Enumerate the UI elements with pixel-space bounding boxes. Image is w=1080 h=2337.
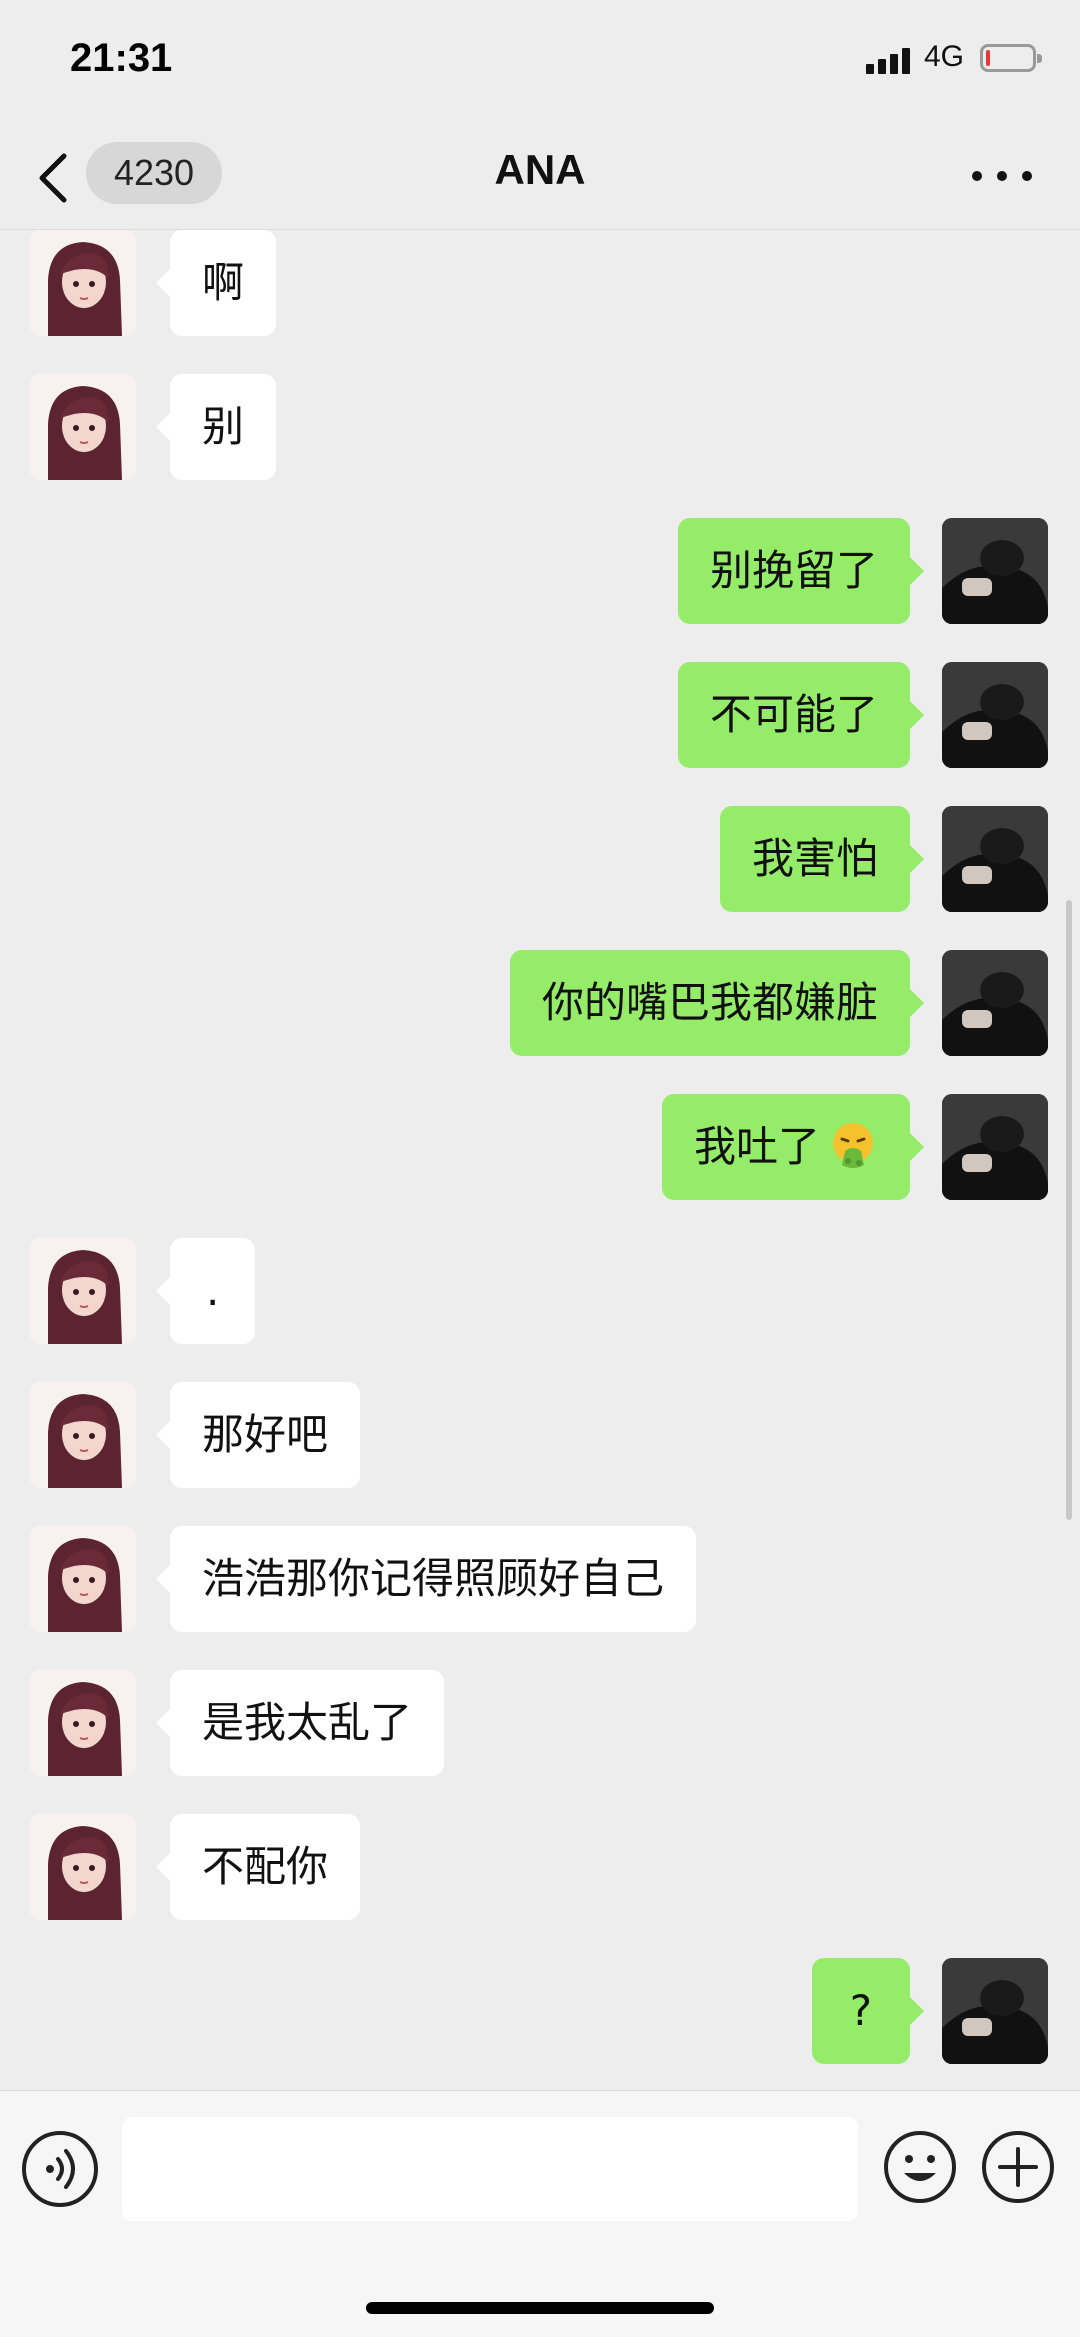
my-avatar[interactable] [942,806,1048,912]
my-avatar[interactable] [942,950,1048,1056]
my-avatar[interactable] [942,1958,1048,2064]
outgoing-message[interactable]: ? [811,1958,925,2064]
input-bar [0,2090,1080,2337]
my-avatar[interactable] [942,662,1048,768]
message-row: 啊 [0,230,1080,338]
incoming-message[interactable]: 浩浩那你记得照顾好自己 [155,1526,697,1632]
status-time: 21:31 [70,36,173,80]
contact-avatar[interactable] [30,1814,136,1920]
message-row: 别挽留了 [0,518,1080,626]
plus-icon [982,2131,1054,2203]
home-indicator[interactable] [366,2302,714,2314]
chevron-left-icon [39,153,67,203]
unread-count-badge[interactable]: 4230 [86,142,222,204]
message-row: 别 [0,374,1080,482]
plus-button[interactable] [980,2129,1056,2205]
incoming-message[interactable]: 啊 [155,230,277,336]
emoji-icon [884,2131,956,2203]
signal-icon [866,48,912,74]
contact-avatar[interactable] [30,1382,136,1488]
incoming-message[interactable]: 是我太乱了 [155,1670,445,1776]
message-input[interactable] [122,2117,858,2221]
contact-avatar[interactable] [30,1526,136,1632]
back-button[interactable] [28,146,84,210]
message-row: 不可能了 [0,662,1080,770]
voice-icon [46,2149,75,2189]
incoming-message[interactable]: 不配你 [155,1814,361,1920]
outgoing-message[interactable]: 你的嘴巴我都嫌脏 [509,950,925,1056]
outgoing-message[interactable]: 不可能了 [677,662,925,768]
chat-title: ANA [494,146,586,193]
outgoing-message[interactable]: 我吐了 [661,1094,925,1200]
incoming-message[interactable]: 别 [155,374,277,480]
message-list[interactable]: 啊 别 别挽留了 不可能了 我害怕 你的嘴巴我都嫌脏 我吐了 . 那好吧 浩浩那… [0,230,1080,2090]
network-type: 4G [924,40,965,73]
message-row: 你的嘴巴我都嫌脏 [0,950,1080,1058]
message-row: 那好吧 [0,1382,1080,1490]
message-row: 我害怕 [0,806,1080,914]
message-row: . [0,1238,1080,1346]
emoji-button[interactable] [882,2129,958,2205]
message-row: 是我太乱了 [0,1670,1080,1778]
battery-icon [980,44,1042,72]
more-button[interactable] [970,164,1034,188]
message-row: 不配你 [0,1814,1080,1922]
scrollbar[interactable] [1066,900,1072,1520]
outgoing-message[interactable]: 我害怕 [719,806,925,912]
status-bar: 21:31 4G [0,0,1080,120]
outgoing-message[interactable]: 别挽留了 [677,518,925,624]
more-dots-icon [972,171,982,181]
contact-avatar[interactable] [30,1670,136,1776]
incoming-message[interactable]: . [155,1238,256,1344]
message-row: 我吐了 [0,1094,1080,1202]
contact-avatar[interactable] [30,1238,136,1344]
voice-button[interactable] [22,2131,98,2207]
my-avatar[interactable] [942,1094,1048,1200]
message-row: 浩浩那你记得照顾好自己 [0,1526,1080,1634]
message-row: ? [0,1958,1080,2066]
incoming-message[interactable]: 那好吧 [155,1382,361,1488]
my-avatar[interactable] [942,518,1048,624]
chat-header: 4230 ANA [0,120,1080,230]
contact-avatar[interactable] [30,374,136,480]
battery-level [986,50,990,66]
contact-avatar[interactable] [30,230,136,336]
vomit-emoji-icon [833,1122,873,1168]
message-text: 我吐了 [693,1122,820,1171]
